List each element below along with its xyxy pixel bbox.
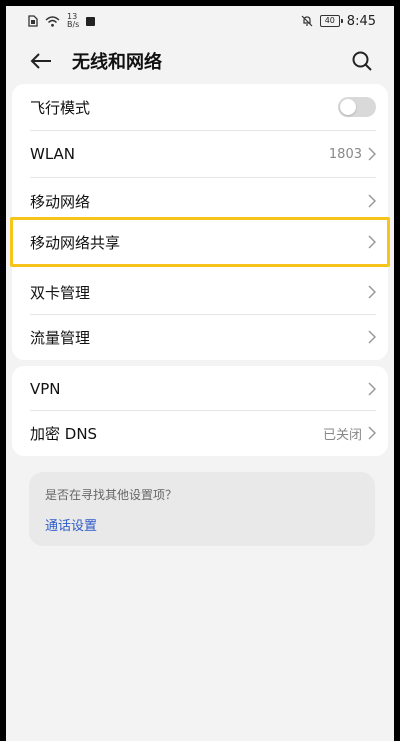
status-left: 13 B/s — [28, 13, 96, 29]
status-time: 8:45 — [346, 13, 376, 29]
row-data-usage[interactable]: 流量管理 — [12, 314, 388, 360]
battery-level: 40 — [324, 16, 335, 25]
search-button[interactable] — [348, 47, 376, 75]
row-right — [368, 194, 376, 208]
row-value: 1803 — [328, 146, 362, 162]
battery-icon: 40 — [319, 15, 343, 27]
suggestion-question: 是否在寻找其他设置项？ — [45, 488, 178, 502]
toggle-knob — [340, 99, 356, 115]
row-right: 1803 — [329, 147, 376, 162]
wifi-icon — [45, 15, 60, 27]
arrow-left-icon — [30, 53, 51, 69]
row-private-dns[interactable]: 加密 DNS 已关闭 — [12, 410, 388, 456]
settings-card-main: 飞行模式 WLAN 1803 移动网络 移动网络共享 双卡管理 流量管理 — [10, 84, 390, 360]
phone-screen: 13 B/s 40 8:45 无线和网络 飞行模式 WLAN 1803 移动网络… — [6, 0, 394, 741]
mute-bell-icon — [301, 15, 313, 27]
notification-icon — [86, 16, 96, 26]
row-label: 飞行模式 — [30, 98, 91, 117]
row-right — [368, 235, 376, 249]
search-icon — [352, 51, 372, 71]
status-bar: 13 B/s 40 8:45 — [6, 6, 394, 36]
row-airplane-mode[interactable]: 飞行模式 — [12, 84, 388, 130]
row-label: 流量管理 — [30, 328, 91, 347]
page-title: 无线和网络 — [72, 52, 162, 73]
suggestion-link-call-settings[interactable]: 通话设置 — [45, 515, 359, 534]
row-right — [368, 382, 376, 396]
row-value: 已关闭 — [322, 427, 362, 443]
back-button[interactable] — [28, 48, 54, 74]
row-wlan[interactable]: WLAN 1803 — [12, 131, 388, 177]
row-right — [338, 97, 376, 117]
settings-card-vpn: VPN 加密 DNS 已关闭 — [12, 366, 388, 456]
row-label: 移动网络 — [30, 192, 91, 211]
header: 无线和网络 — [6, 38, 394, 84]
chevron-right-icon — [368, 330, 376, 344]
row-label: 加密 DNS — [30, 424, 98, 443]
chevron-right-icon — [368, 147, 376, 161]
bezel-right — [394, 0, 400, 741]
row-label: WLAN — [30, 145, 76, 163]
row-label: VPN — [30, 380, 61, 398]
row-mobile-hotspot[interactable]: 移动网络共享 — [12, 219, 388, 265]
chevron-right-icon — [368, 235, 376, 249]
row-right — [368, 285, 376, 299]
suggestion-card: 是否在寻找其他设置项？ 通话设置 — [29, 472, 375, 546]
row-vpn[interactable]: VPN — [12, 366, 388, 412]
chevron-right-icon — [368, 285, 376, 299]
row-label: 移动网络共享 — [30, 233, 121, 252]
row-dual-sim[interactable]: 双卡管理 — [12, 269, 388, 315]
chevron-right-icon — [368, 426, 376, 440]
status-right: 40 8:45 — [301, 14, 376, 29]
network-speed: 13 B/s — [67, 13, 79, 29]
row-right: 已关闭 — [323, 424, 376, 443]
chevron-right-icon — [368, 382, 376, 396]
row-label: 双卡管理 — [30, 283, 91, 302]
chevron-right-icon — [368, 194, 376, 208]
sim-icon — [28, 15, 38, 27]
network-speed-unit: B/s — [67, 20, 80, 29]
airplane-mode-toggle[interactable] — [338, 97, 376, 117]
row-right — [368, 330, 376, 344]
